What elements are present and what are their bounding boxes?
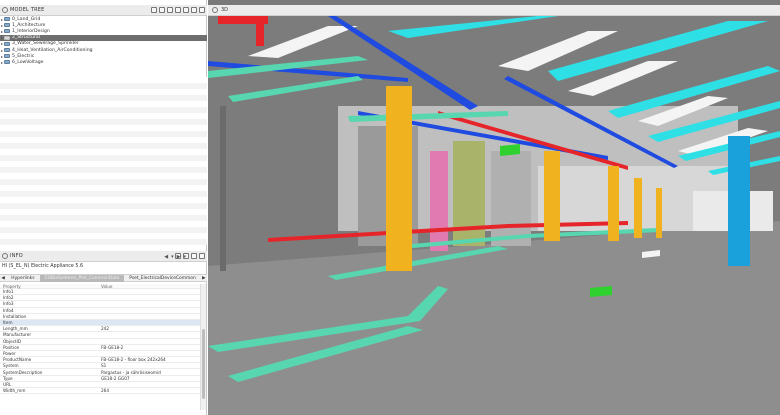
model-tree-title: MODEL TREE [10,7,45,13]
tab-scroll-right-icon[interactable]: ▶ [201,276,207,281]
info-tab-bar: ◀ Hyperlinks COBIeSeletron_Plot_CommonDa… [0,274,207,282]
tree-item-label: 4_Heat_Ventilation_AirConditioning [12,47,93,53]
property-key: Installation [3,313,27,319]
property-value: 242 [101,326,109,332]
property-key: Power [3,350,16,356]
property-key: Manufacturer [3,332,32,338]
folder-icon [4,54,10,59]
property-value: Pargastus - ja sährösiseomid [101,369,161,375]
nav-forward-icon[interactable]: ▶ [177,254,181,260]
green-box-ceiling [500,144,520,156]
property-key: ObjectID [3,338,22,344]
property-key: Position [3,344,20,350]
nav-back-icon[interactable]: ◀ [164,254,168,260]
model-tree: ▸ 0_Land_Grid ▸ 1_Architecture ▸ 1_Inter… [0,16,207,66]
property-table-scrollbar[interactable] [200,284,206,410]
column [608,166,619,241]
left-panel: MODEL TREE ▸ 0_Land_Grid ▸ 1_Architectur… [0,0,207,415]
tab-hyperlinks[interactable]: Hyperlinks [6,275,39,282]
property-key: Info3 [3,301,14,307]
folder-icon [4,35,10,40]
model-tree-toolbar [151,7,205,13]
info-nav-buttons: ◀ ▾ ▶ ▾ [164,254,186,260]
table-row[interactable]: Width_mm 264 [0,388,200,395]
3d-scene[interactable] [208,16,780,415]
tree-item-label: 0_Land_Grid [12,16,41,22]
model-tree-icon [2,7,8,13]
sort-icon[interactable] [159,7,165,13]
property-key: ProductName [3,357,32,363]
folder-icon [4,41,10,46]
folder-icon [4,48,10,53]
view-3d-icon [212,7,218,13]
model-tree-empty-area [0,77,207,245]
search-icon[interactable] [167,7,173,13]
folder-icon [4,17,10,22]
scrollbar-thumb[interactable] [202,329,205,399]
settings-icon[interactable] [175,7,181,13]
folder-icon [4,29,10,34]
model-tree-header: MODEL TREE [0,5,207,16]
property-key: SystemDescription [3,369,43,375]
property-key: Info4 [3,307,14,313]
close-icon[interactable] [199,7,205,13]
property-table: Property Value Info1 Info2 Info3 Info4 I… [0,284,200,395]
nav-back-dropdown-icon[interactable]: ▾ [171,254,174,260]
tree-item-label: 2_Structural [12,35,40,41]
property-value: GE18-2 GG07 [101,375,130,381]
property-key: Info1 [3,289,14,295]
info-navigation: ◀ ▾ ▶ ▾ [0,254,206,260]
nav-forward-dropdown-icon[interactable]: ▾ [183,254,186,260]
tree-item-label: 1_Architecture [12,22,46,28]
property-key: Info2 [3,295,14,301]
property-value: FB-GE18-2 [101,344,124,350]
tree-item-label: 1_InteriorDesign [12,28,50,34]
folder-icon [4,60,10,65]
property-value: FB-GE18-2 - floor box 242x264 [101,357,166,363]
tab-pset-electrical-device-common[interactable]: Pset_ElectricalDeviceCommon [124,275,200,282]
column [634,178,642,238]
column-header-value[interactable]: Value [100,284,200,289]
collapse-icon[interactable] [183,7,189,13]
property-key: Item [3,320,13,326]
filter-icon[interactable] [151,7,157,13]
red-pipe [256,16,264,46]
column-blue [728,136,750,266]
folder-icon [4,23,10,28]
wall-pipe [220,106,226,271]
column [544,151,560,241]
viewport-header: 3D [208,5,780,16]
property-key: Width_mm [3,388,26,394]
property-key: Type [3,375,13,381]
tree-item-low-voltage[interactable]: ▸ 6_LowVoltage [0,59,207,65]
tree-item-label: 3_Water_Sewerage_Sprinkler [12,41,79,47]
tree-item-label: 6_LowVoltage [12,59,44,65]
pink-wall [430,151,448,251]
column [386,86,412,271]
info-object-title: HI (S_EL_N) Electric Appliance 5.6 [2,264,84,269]
tree-item-label: 5_Electric [12,53,35,59]
viewport-3d[interactable]: 3D [208,0,780,415]
viewport-title: 3D [221,7,229,13]
property-key: Length_mm [3,326,28,332]
column [656,188,662,238]
property-value: S1 [101,363,107,369]
property-key: URL [3,381,12,387]
expand-icon[interactable] [191,7,197,13]
property-value: 264 [101,388,109,394]
column-header-property[interactable]: Property [0,284,100,289]
property-key: System [3,363,19,369]
grey-block [491,151,531,246]
tab-cobie-common-data[interactable]: COBIeSeletron_Plot_CommonData [39,274,125,282]
